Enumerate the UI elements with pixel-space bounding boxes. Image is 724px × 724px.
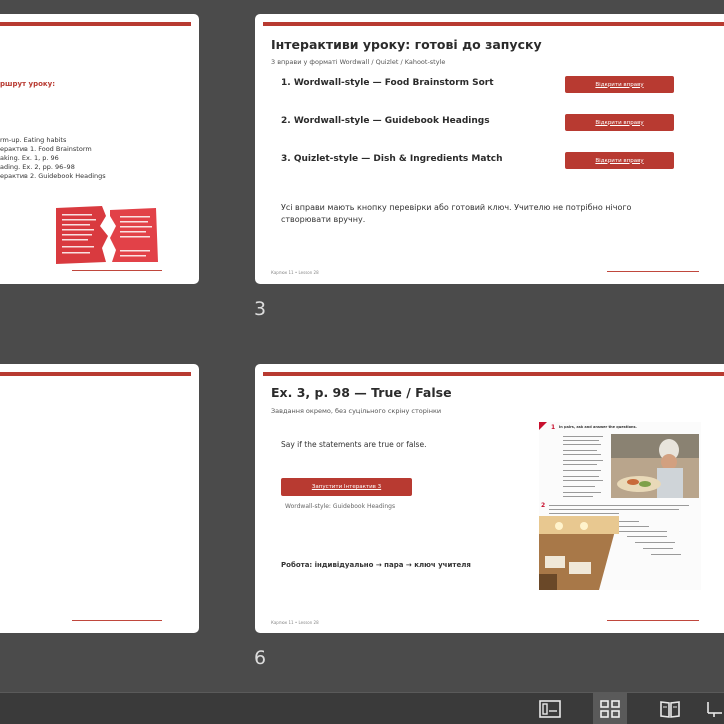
agenda-item: rm-up. Eating habits bbox=[0, 136, 67, 144]
slide-thumbnail-3[interactable]: Інтерактиви уроку: готові до запуску 3 в… bbox=[255, 14, 724, 284]
slide-footer: Карпюк 11 • Lesson 28 bbox=[271, 270, 319, 275]
open-exercise-button-3[interactable]: Відкрити вправу bbox=[565, 152, 674, 169]
slide-heading: ршрут уроку: bbox=[0, 80, 56, 88]
slide-thumbnail-5[interactable] bbox=[0, 364, 199, 633]
agenda-item: ading. Ex. 2, pp. 96–98 bbox=[0, 163, 75, 171]
slide-sorter-button[interactable] bbox=[593, 693, 627, 724]
slide-thumbnail-6[interactable]: Ex. 3, p. 98 — True / False Завдання окр… bbox=[255, 364, 724, 633]
slide-thumbnail-2[interactable]: ршрут уроку: rm-up. Eating habits еракти… bbox=[0, 14, 199, 284]
slide-accent-bar bbox=[263, 372, 724, 376]
footer-line bbox=[607, 620, 699, 621]
footer-line bbox=[607, 271, 699, 272]
work-mode-text: Робота: індивідуально → пара → ключ учит… bbox=[281, 561, 471, 569]
textbook-page-image: 1 In pairs, ask and answer the questions… bbox=[539, 422, 701, 590]
slide-footer: Карпюк 11 • Lesson 28 bbox=[271, 620, 319, 625]
exercise-label-3: 3. Quizlet-style — Dish & Ingredients Ma… bbox=[281, 154, 503, 164]
slide-number: 3 bbox=[254, 298, 267, 320]
launch-interactive-button[interactable]: Запустити Інтерактив 3 bbox=[281, 478, 412, 496]
normal-view-icon bbox=[539, 700, 561, 718]
slide-subtitle: Завдання окремо, без суцільного скріну с… bbox=[271, 407, 442, 415]
exercise-label-2: 2. Wordwall-style — Guidebook Headings bbox=[281, 116, 490, 126]
reading-view-icon bbox=[660, 701, 680, 718]
slide-title: Ex. 3, p. 98 — True / False bbox=[271, 385, 452, 400]
torn-paper-image bbox=[56, 206, 158, 264]
agenda-item: ерактив 2. Guidebook Headings bbox=[0, 172, 106, 180]
exercise-label-1: 1. Wordwall-style — Food Brainstorm Sort bbox=[281, 78, 494, 88]
slide-subtitle: 3 вправи у форматі Wordwall / Quizlet / … bbox=[271, 58, 446, 66]
agenda-item: aking. Ex. 1, p. 96 bbox=[0, 154, 59, 162]
status-bar bbox=[0, 692, 724, 724]
reading-view-button[interactable] bbox=[653, 693, 687, 724]
slide-accent-bar bbox=[263, 22, 724, 26]
exercise-number-icon: 1 bbox=[551, 424, 556, 431]
open-exercise-button-1[interactable]: Відкрити вправу bbox=[565, 76, 674, 93]
agenda-item: ерактив 1. Food Brainstorm bbox=[0, 145, 92, 153]
slide-accent-bar bbox=[0, 372, 191, 376]
presenter-icon bbox=[707, 702, 722, 717]
footer-line bbox=[72, 620, 162, 621]
exercise-number-icon-2: 2 bbox=[541, 502, 546, 509]
page-marker bbox=[539, 422, 547, 430]
footer-line bbox=[72, 270, 162, 271]
restaurant-photo bbox=[539, 516, 619, 590]
presenter-view-button[interactable] bbox=[706, 693, 724, 724]
instruction-text: Say if the statements are true or false. bbox=[281, 440, 427, 449]
open-exercise-button-2[interactable]: Відкрити вправу bbox=[565, 114, 674, 131]
slide-accent-bar bbox=[0, 22, 191, 26]
normal-view-button[interactable] bbox=[533, 693, 567, 724]
slide-sorter-icon bbox=[600, 700, 620, 718]
slide-title: Інтерактиви уроку: готові до запуску bbox=[271, 37, 542, 52]
book-heading: In pairs, ask and answer the questions. bbox=[559, 425, 637, 429]
slide-note: Усі вправи мають кнопку перевірки або го… bbox=[281, 203, 632, 224]
slide-number: 6 bbox=[254, 647, 267, 669]
button-caption: Wordwall-style: Guidebook Headings bbox=[285, 503, 396, 510]
chef-photo bbox=[611, 434, 699, 498]
